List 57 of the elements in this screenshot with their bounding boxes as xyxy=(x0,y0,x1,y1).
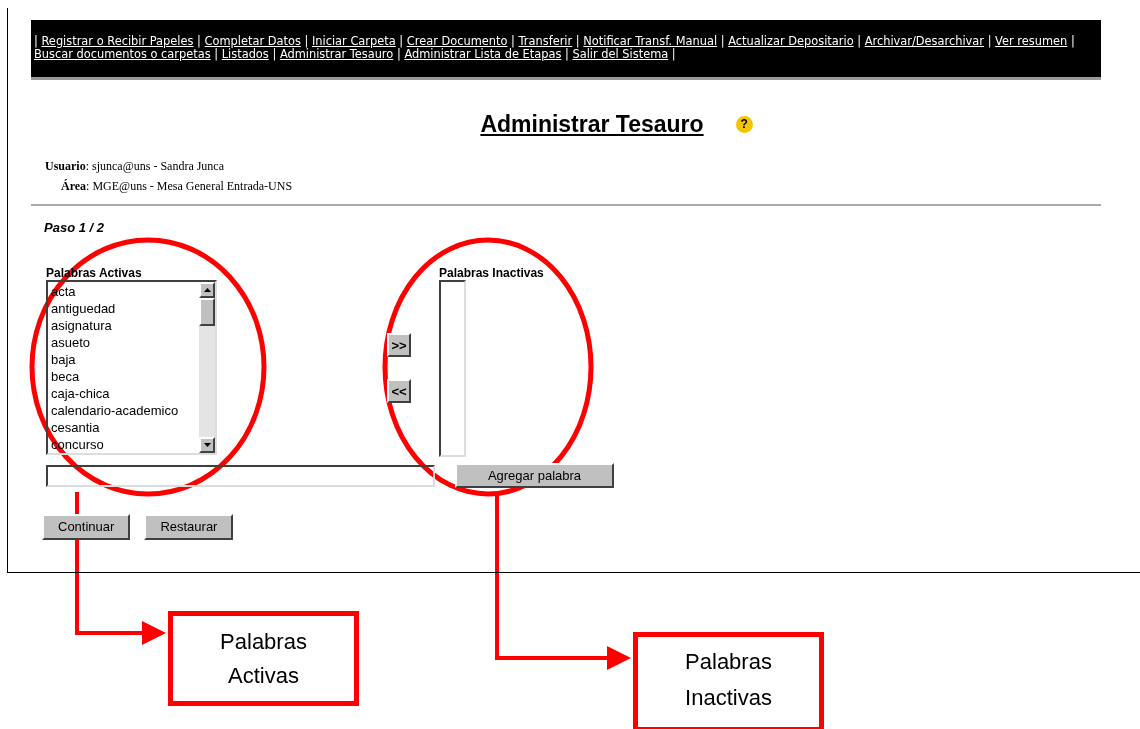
nav-separator: | xyxy=(214,47,219,61)
nav-separator: | xyxy=(396,47,401,61)
nav-separator: | xyxy=(304,34,309,48)
list-item[interactable]: cesantia xyxy=(51,419,199,436)
move-button[interactable]: << xyxy=(387,379,411,403)
callout-box: Palabras Inactivas xyxy=(633,632,824,729)
nav-link[interactable]: Archivar/Desarchivar xyxy=(864,34,984,48)
nav-link[interactable]: Actualizar Depositario xyxy=(728,34,854,48)
new-word-field[interactable] xyxy=(46,464,435,487)
scrollbar[interactable] xyxy=(199,282,215,453)
scroll-up-button[interactable] xyxy=(199,282,215,298)
nav-link[interactable]: Registrar o Recibir Papeles xyxy=(41,34,194,48)
nav-link[interactable]: Completar Datos xyxy=(204,34,301,48)
list-item[interactable]: asueto xyxy=(51,334,199,351)
down-arrow-icon xyxy=(203,443,211,447)
step-indicator: Paso 1 / 2 xyxy=(44,218,105,237)
nav-link[interactable]: Transferir xyxy=(518,34,573,48)
nav-link[interactable]: Salir del Sistema xyxy=(572,47,669,61)
nav-link[interactable]: Ver resumen xyxy=(995,34,1068,48)
nav-link[interactable]: Buscar documentos o carpetas xyxy=(34,47,211,61)
form-button[interactable]: Restaurar xyxy=(144,514,234,540)
nav-separator: | xyxy=(720,34,725,48)
user-info: Usuario: sjunca@uns - Sandra Junca xyxy=(45,158,225,173)
scrollbar-thumb[interactable] xyxy=(199,298,215,326)
list-item[interactable]: caja-chica xyxy=(51,385,199,402)
nav-link[interactable]: Administrar Tesauro xyxy=(279,47,394,61)
up-arrow-icon xyxy=(203,288,211,292)
nav-separator: | xyxy=(671,47,676,61)
nav-separator: | xyxy=(987,34,992,48)
list-label: Palabras Inactivas xyxy=(439,265,544,280)
nav-link[interactable]: Iniciar Carpeta xyxy=(311,34,396,48)
nav-separator: | xyxy=(511,34,515,48)
form-button[interactable]: Continuar xyxy=(42,514,131,540)
nav-link[interactable]: Notificar Transf. Manual xyxy=(583,34,718,48)
list-item[interactable]: calendario-academico xyxy=(51,402,199,419)
nav-separator: | xyxy=(565,47,569,61)
nav-separator: | xyxy=(197,34,201,48)
add-word-button[interactable]: Agregar palabra xyxy=(455,463,614,488)
nav-separator: | xyxy=(272,47,277,61)
list-item[interactable]: asignatura xyxy=(51,317,199,334)
move-button[interactable]: >> xyxy=(387,333,411,357)
nav-separator: | xyxy=(1070,34,1075,48)
list-item[interactable]: baja xyxy=(51,351,199,368)
area-info: Área: MGE@uns - Mesa General Entrada-UNS xyxy=(61,178,293,193)
nav-separator: | xyxy=(575,34,580,48)
help-button[interactable]: ? xyxy=(735,115,753,133)
nav-link[interactable]: Listados xyxy=(221,47,269,61)
nav-link[interactable]: Crear Documento xyxy=(406,34,508,48)
nav-separator: | xyxy=(34,34,38,48)
callout-box: Palabras Activas xyxy=(168,611,359,706)
scroll-down-button[interactable] xyxy=(199,437,215,453)
page-title: Administrar Tesauro xyxy=(480,110,704,139)
nav-link[interactable]: Administrar Lista de Etapas xyxy=(404,47,562,61)
list-item[interactable]: beca xyxy=(51,368,199,385)
nav-separator: | xyxy=(857,34,862,48)
nav-separator: | xyxy=(399,34,404,48)
list-item[interactable]: antiguedad xyxy=(51,300,199,317)
